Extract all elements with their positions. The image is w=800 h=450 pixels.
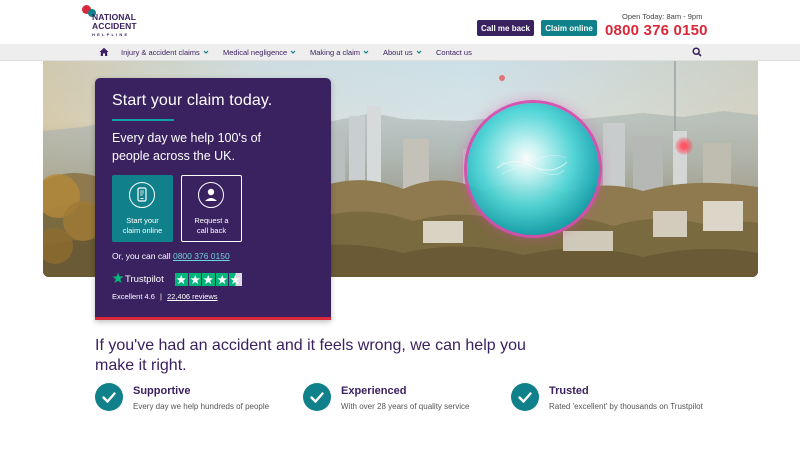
feature-description: Rated 'excellent' by thousands on Trustp…	[549, 402, 703, 411]
call-me-back-button[interactable]: Call me back	[477, 20, 534, 36]
trustpilot-stars	[175, 273, 243, 287]
home-icon[interactable]	[99, 47, 109, 57]
light-streaks	[496, 155, 568, 175]
main-nav: Injury & accident claims Medical neglige…	[0, 44, 800, 61]
title-underline	[112, 119, 174, 121]
claim-card: Start your claim today. Every day we hel…	[95, 78, 331, 320]
call-prefix: Or, you can call	[112, 251, 171, 261]
card-intro-line-1: Every day we help 100's of	[112, 131, 261, 145]
logo-line-2: ACCIDENT	[92, 21, 137, 31]
chevron-down-icon	[416, 50, 422, 54]
person-icon	[198, 182, 224, 208]
star-icon	[215, 273, 228, 286]
crystal-ball-graphic	[467, 103, 599, 235]
nav-item-label: Injury & accident claims	[121, 48, 200, 57]
claim-online-button[interactable]: Claim online	[541, 20, 597, 36]
page-headline: If you've had an accident and it feels w…	[95, 337, 526, 374]
chevron-down-icon	[203, 50, 209, 54]
trustpilot-name: Trustpilot	[125, 274, 164, 285]
nav-item-about-us[interactable]: About us	[383, 48, 422, 57]
search-icon[interactable]	[692, 47, 702, 57]
feature-title: Trusted	[549, 385, 589, 397]
feature-description: Every day we help hundreds of people	[133, 402, 270, 411]
header-phone-number[interactable]: 0800 376 0150	[605, 22, 708, 39]
check-icon	[511, 383, 539, 411]
trustpilot-star-icon	[112, 272, 124, 284]
nav-item-making-a-claim[interactable]: Making a claim	[310, 48, 369, 57]
nav-item-label: Medical negligence	[223, 48, 288, 57]
tile-label-line-2: claim online	[122, 226, 163, 235]
check-icon	[303, 383, 331, 411]
tile-label-line-1: Start your	[126, 216, 159, 225]
rating-text: Excellent 4.6	[112, 292, 155, 301]
site-header: NATIONAL ACCIDENT HELPLINE Call me back …	[0, 0, 800, 44]
reviews-link[interactable]: 22,406 reviews	[167, 292, 217, 301]
nav-item-label: About us	[383, 48, 413, 57]
half-star-icon	[229, 273, 242, 286]
rating-separator: |	[160, 292, 162, 301]
star-icon	[188, 273, 201, 286]
mobile-phone-icon	[129, 182, 155, 208]
trustpilot-rating: Excellent 4.6 | 22,406 reviews	[112, 292, 218, 301]
red-glow-dot	[675, 137, 693, 155]
glow-dot	[499, 75, 505, 81]
card-phone-link[interactable]: 0800 376 0150	[173, 251, 230, 261]
check-icon	[95, 383, 123, 411]
call-us-text: Or, you can call 0800 376 0150	[112, 251, 230, 261]
start-claim-online-button[interactable]: Start your claim online	[112, 175, 173, 242]
request-call-back-button[interactable]: Request a call back	[181, 175, 242, 242]
nav-item-injury-accident-claims[interactable]: Injury & accident claims	[121, 48, 209, 57]
feature-title: Experienced	[341, 385, 407, 397]
trustpilot-logo[interactable]: Trustpilot	[112, 272, 172, 286]
star-icon	[202, 273, 215, 286]
tile-label-line-2: call back	[196, 226, 227, 235]
feature-description: With over 28 years of quality service	[341, 402, 470, 411]
nav-item-contact-us[interactable]: Contact us	[436, 48, 472, 57]
nav-item-label: Contact us	[436, 48, 472, 57]
card-title: Start your claim today.	[112, 92, 273, 109]
nav-item-medical-negligence[interactable]: Medical negligence	[223, 48, 296, 57]
tile-label-line-1: Request a	[194, 216, 229, 225]
opening-hours: Open Today: 8am - 9pm	[622, 12, 703, 21]
brand-logo[interactable]: NATIONAL ACCIDENT HELPLINE	[82, 4, 152, 40]
star-icon	[175, 273, 188, 286]
nav-item-label: Making a claim	[310, 48, 361, 57]
chevron-down-icon	[290, 50, 296, 54]
card-intro-line-2: people across the UK.	[112, 149, 235, 163]
feature-title: Supportive	[133, 385, 191, 397]
logo-line-3: HELPLINE	[92, 32, 130, 37]
chevron-down-icon	[363, 50, 369, 54]
